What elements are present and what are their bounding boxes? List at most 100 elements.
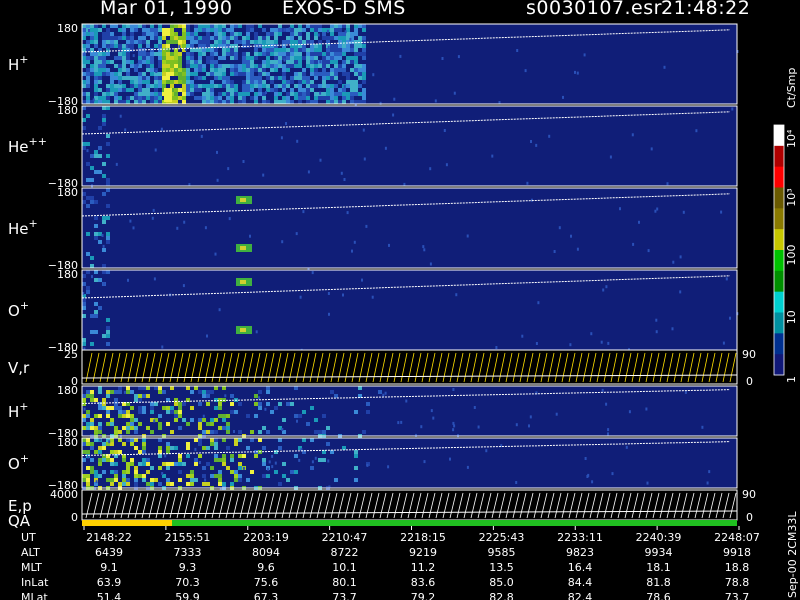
spectrogram-cell xyxy=(679,290,682,294)
spectrogram-cell xyxy=(222,458,226,462)
spectrogram-cell xyxy=(142,60,146,64)
spectrogram-cell xyxy=(94,64,98,68)
spectrogram-cell xyxy=(254,68,258,72)
spectrogram-cell xyxy=(246,52,250,56)
spectrogram-cell xyxy=(330,36,334,40)
spectrogram-cell xyxy=(314,100,318,104)
spectrogram-cell xyxy=(298,96,302,100)
spectrogram-cell xyxy=(340,171,343,175)
spectrogram-cell xyxy=(158,426,162,430)
spectrogram-cell xyxy=(138,56,142,60)
spectrogram-cell xyxy=(274,36,278,40)
spectrogram-cell xyxy=(322,84,326,88)
spectrogram-cell xyxy=(283,58,286,62)
spectrogram-cell xyxy=(142,92,146,96)
spectrogram-cell xyxy=(90,72,94,76)
spectrogram-cell xyxy=(82,72,86,76)
spectrogram-cell xyxy=(607,341,610,345)
spectrogram-cell xyxy=(708,470,711,474)
spectrogram-cell xyxy=(98,462,102,466)
spectrogram-cell xyxy=(314,32,318,36)
spectrogram-cell xyxy=(206,84,210,88)
spectrogram-cell xyxy=(246,24,250,28)
spectrogram-cell xyxy=(206,430,210,434)
spectrogram-cell xyxy=(326,36,330,40)
spectrogram-cell xyxy=(94,56,98,60)
spectrogram-cell xyxy=(103,282,106,286)
spectrogram-cell xyxy=(238,72,242,76)
spectrogram-cell xyxy=(250,76,254,80)
spectrogram-cell xyxy=(166,76,170,80)
spectrogram-cell xyxy=(98,80,102,84)
spectrogram-cell xyxy=(521,334,524,338)
footer-value: 85.0 xyxy=(489,576,514,589)
spectrogram-cell xyxy=(106,414,110,418)
spectrogram-cell xyxy=(334,56,338,60)
spectrogram-cell xyxy=(354,72,358,76)
spectrogram-cell xyxy=(246,32,250,36)
spectrogram-cell xyxy=(258,88,262,92)
spectrogram-cell xyxy=(242,52,246,56)
spectrogram-cell xyxy=(146,64,150,68)
spectrogram-cell xyxy=(153,277,156,281)
spectrogram-cell xyxy=(238,68,242,72)
spectrogram-cell xyxy=(647,249,650,253)
spectrogram-cell xyxy=(210,36,214,40)
panel-background xyxy=(82,270,737,350)
spectrogram-cell xyxy=(218,40,222,44)
spectrogram-cell xyxy=(322,92,326,96)
qa-label: QA xyxy=(8,512,31,530)
spectrogram-cell xyxy=(254,394,258,398)
spectrogram-cell xyxy=(86,232,90,236)
spectrogram-cell xyxy=(218,426,222,430)
spectrogram-cell xyxy=(274,28,278,32)
spectrogram-cell xyxy=(166,406,170,410)
spectrogram-cell xyxy=(228,217,231,221)
spectrogram-cell xyxy=(262,80,266,84)
spectrogram-cell xyxy=(242,72,246,76)
spectrogram-cell xyxy=(198,418,202,422)
spectrogram-cell xyxy=(138,398,142,402)
spectrogram-cell xyxy=(491,154,494,158)
spectrogram-cell xyxy=(194,24,198,28)
spectrogram-cell xyxy=(186,76,190,80)
spectrogram-cell xyxy=(327,45,330,49)
spectrogram-cell xyxy=(274,461,277,465)
spectrogram-cell xyxy=(234,68,238,72)
spectrogram-cell xyxy=(102,248,106,252)
spectrogram-cell xyxy=(326,60,330,64)
spectrogram-cell xyxy=(150,28,154,32)
spectrogram-cell xyxy=(138,422,142,426)
spectrogram-cell xyxy=(194,462,198,466)
spectrogram-cell xyxy=(262,173,265,177)
spectrogram-cell xyxy=(234,32,238,36)
footer-value: 78.8 xyxy=(725,576,750,589)
footer-row-label: MLat xyxy=(21,591,48,600)
spectrogram-cell xyxy=(102,52,106,56)
spectrogram-cell xyxy=(182,72,186,76)
spectrogram-cell xyxy=(178,406,182,410)
spectrogram-cell xyxy=(485,449,488,453)
footer-value: 73.7 xyxy=(725,591,750,600)
spectrogram-cell xyxy=(298,92,302,96)
spectrogram-cell xyxy=(134,84,138,88)
spectrogram-cell xyxy=(254,92,258,96)
spectrogram-cell xyxy=(362,80,366,84)
spectrogram-cell xyxy=(214,52,218,56)
spectrogram-cell xyxy=(455,293,458,297)
spectrogram-cell xyxy=(267,467,270,471)
spectrogram-cell xyxy=(354,32,358,36)
spectrogram-cell xyxy=(246,56,250,60)
spectrogram-cell xyxy=(234,470,238,474)
spectrogram-cell xyxy=(114,64,118,68)
spectrogram-cell xyxy=(154,402,158,406)
spectrogram-cell xyxy=(246,60,250,64)
spectrogram-cell xyxy=(82,282,86,286)
spectrogram-cell xyxy=(322,76,326,80)
spectrogram-cell xyxy=(210,100,214,104)
spectrogram-cell xyxy=(294,56,298,60)
spectrogram-cell xyxy=(515,481,518,484)
spectrogram-cell xyxy=(110,40,114,44)
spectrogram-cell xyxy=(274,84,278,88)
spectrogram-cell xyxy=(166,442,170,446)
